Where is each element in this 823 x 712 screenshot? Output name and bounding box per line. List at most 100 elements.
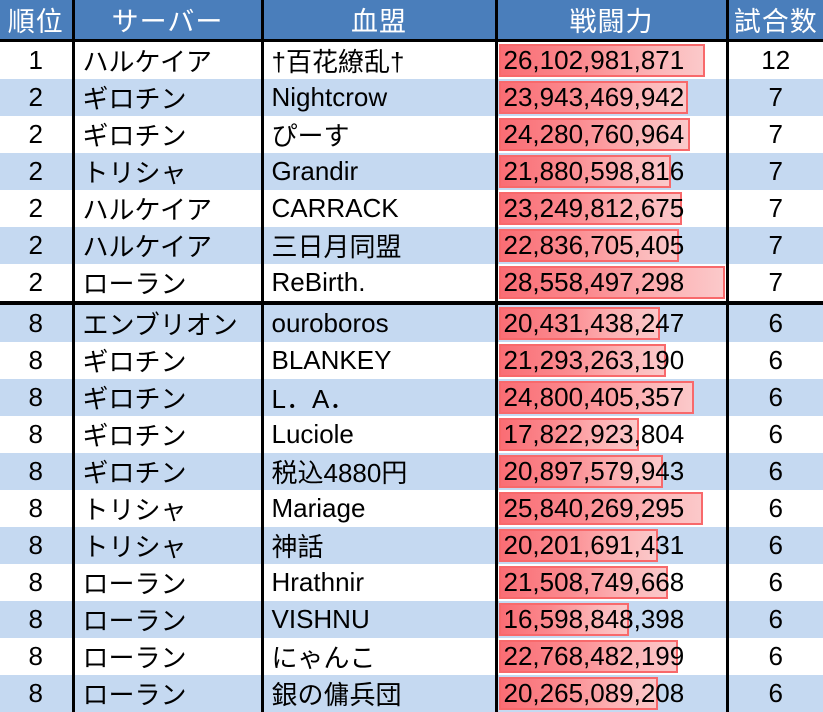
cell-rank: 2: [0, 153, 73, 190]
cell-combat-power: 26,102,981,871: [496, 41, 727, 80]
table-row: 8エンブリオンouroboros20,431,438,2476: [0, 303, 823, 342]
cell-match-count: 12: [727, 41, 823, 80]
cell-server: ローラン: [73, 264, 262, 303]
cell-combat-power: 23,249,812,675: [496, 190, 727, 227]
cell-match-count: 7: [727, 190, 823, 227]
cell-rank: 2: [0, 116, 73, 153]
combat-power-value: 20,265,089,208: [498, 676, 726, 711]
cell-combat-power: 21,508,749,668: [496, 564, 727, 601]
cell-combat-power: 17,822,923,804: [496, 416, 727, 453]
column-header-rank[interactable]: 順位: [0, 0, 73, 41]
cell-combat-power: 20,897,579,943: [496, 453, 727, 490]
cell-server: ローラン: [73, 675, 262, 712]
cell-clan: ReBirth.: [262, 264, 496, 303]
cell-combat-power: 20,201,691,431: [496, 527, 727, 564]
table-row: 2ローランReBirth.28,558,497,2987: [0, 264, 823, 303]
cell-match-count: 6: [727, 379, 823, 416]
cell-combat-power: 22,836,705,405: [496, 227, 727, 264]
cell-combat-power: 28,558,497,298: [496, 264, 727, 303]
cell-clan: L．A．: [262, 379, 496, 416]
cell-server: エンブリオン: [73, 303, 262, 342]
cell-rank: 2: [0, 190, 73, 227]
cell-clan: Nightcrow: [262, 79, 496, 116]
combat-power-value: 23,943,469,942: [498, 80, 726, 115]
cell-match-count: 6: [727, 527, 823, 564]
cell-rank: 1: [0, 41, 73, 80]
table-row: 1ハルケイア†百花繚乱†26,102,981,87112: [0, 41, 823, 80]
cell-combat-power: 24,800,405,357: [496, 379, 727, 416]
cell-server: ローラン: [73, 564, 262, 601]
cell-match-count: 6: [727, 490, 823, 527]
cell-rank: 8: [0, 453, 73, 490]
header-row: 順位 サーバー 血盟 戦闘力 試合数: [0, 0, 823, 41]
combat-power-value: 23,249,812,675: [498, 191, 726, 226]
table-row: 2ハルケイア三日月同盟22,836,705,4057: [0, 227, 823, 264]
combat-power-value: 17,822,923,804: [498, 417, 726, 452]
cell-rank: 8: [0, 675, 73, 712]
combat-power-value: 22,768,482,199: [498, 639, 726, 674]
cell-server: ハルケイア: [73, 190, 262, 227]
cell-rank: 8: [0, 342, 73, 379]
cell-combat-power: 21,293,263,190: [496, 342, 727, 379]
column-header-matches[interactable]: 試合数: [727, 0, 823, 41]
cell-clan: にゃんこ: [262, 638, 496, 675]
cell-server: ハルケイア: [73, 41, 262, 80]
table-row: 2ギロチンぴーす24,280,760,9647: [0, 116, 823, 153]
cell-server: トリシャ: [73, 153, 262, 190]
ranking-table: 順位 サーバー 血盟 戦闘力 試合数 1ハルケイア†百花繚乱†26,102,98…: [0, 0, 823, 712]
cell-rank: 2: [0, 264, 73, 303]
cell-combat-power: 23,943,469,942: [496, 79, 727, 116]
table-body: 1ハルケイア†百花繚乱†26,102,981,871122ギロチンNightcr…: [0, 41, 823, 712]
table-header: 順位 サーバー 血盟 戦闘力 試合数: [0, 0, 823, 41]
cell-clan: Mariage: [262, 490, 496, 527]
cell-clan: Grandir: [262, 153, 496, 190]
combat-power-value: 20,201,691,431: [498, 528, 726, 563]
table-row: 8トリシャ神話20,201,691,4316: [0, 527, 823, 564]
cell-match-count: 6: [727, 303, 823, 342]
cell-combat-power: 25,840,269,295: [496, 490, 727, 527]
combat-power-value: 26,102,981,871: [498, 43, 726, 78]
table-row: 8ギロチン税込4880円20,897,579,9436: [0, 453, 823, 490]
cell-server: ギロチン: [73, 342, 262, 379]
cell-clan: BLANKEY: [262, 342, 496, 379]
combat-power-value: 25,840,269,295: [498, 491, 726, 526]
combat-power-value: 20,897,579,943: [498, 454, 726, 489]
table-row: 8ローランHrathnir21,508,749,6686: [0, 564, 823, 601]
combat-power-value: 21,293,263,190: [498, 343, 726, 378]
combat-power-value: 24,800,405,357: [498, 380, 726, 415]
cell-rank: 8: [0, 490, 73, 527]
table-row: 8ギロチンLuciole17,822,923,8046: [0, 416, 823, 453]
table-row: 8ローランにゃんこ22,768,482,1996: [0, 638, 823, 675]
cell-server: トリシャ: [73, 490, 262, 527]
cell-clan: 税込4880円: [262, 453, 496, 490]
cell-match-count: 7: [727, 227, 823, 264]
cell-server: ギロチン: [73, 453, 262, 490]
cell-rank: 8: [0, 303, 73, 342]
cell-clan: VISHNU: [262, 601, 496, 638]
cell-clan: 神話: [262, 527, 496, 564]
cell-clan: 銀の傭兵団: [262, 675, 496, 712]
cell-match-count: 6: [727, 601, 823, 638]
table-row: 2ギロチンNightcrow23,943,469,9427: [0, 79, 823, 116]
cell-match-count: 6: [727, 675, 823, 712]
cell-combat-power: 20,265,089,208: [496, 675, 727, 712]
cell-server: ギロチン: [73, 79, 262, 116]
table-row: 8ローランVISHNU16,598,848,3986: [0, 601, 823, 638]
cell-rank: 8: [0, 527, 73, 564]
cell-rank: 2: [0, 227, 73, 264]
cell-server: ローラン: [73, 638, 262, 675]
cell-match-count: 6: [727, 453, 823, 490]
cell-rank: 8: [0, 564, 73, 601]
combat-power-value: 21,880,598,816: [498, 154, 726, 189]
table-row: 8ギロチンL．A．24,800,405,3576: [0, 379, 823, 416]
cell-match-count: 6: [727, 564, 823, 601]
combat-power-value: 20,431,438,247: [498, 306, 726, 341]
table-row: 8トリシャMariage25,840,269,2956: [0, 490, 823, 527]
cell-clan: CARRACK: [262, 190, 496, 227]
cell-match-count: 6: [727, 416, 823, 453]
cell-match-count: 7: [727, 153, 823, 190]
column-header-power[interactable]: 戦闘力: [496, 0, 727, 41]
column-header-server[interactable]: サーバー: [73, 0, 262, 41]
column-header-clan[interactable]: 血盟: [262, 0, 496, 41]
cell-match-count: 6: [727, 638, 823, 675]
